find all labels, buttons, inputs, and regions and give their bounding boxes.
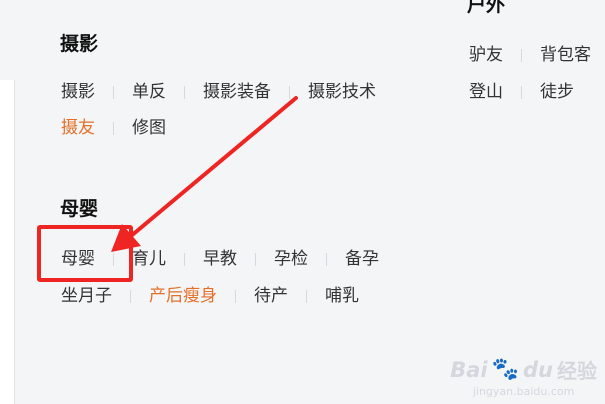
separator xyxy=(184,252,185,266)
watermark-jingyan: 经验 xyxy=(557,359,597,383)
tag-link-tubu[interactable]: 徒步 xyxy=(540,80,574,104)
tag-link-dengshan[interactable]: 登山 xyxy=(469,80,503,104)
tag-link-xiutu[interactable]: 修图 xyxy=(132,116,166,140)
separator xyxy=(289,85,290,99)
paw-icon: 🐾 xyxy=(491,357,520,382)
tag-link-sheyou[interactable]: 摄友 xyxy=(61,116,95,140)
tag-link-yuer[interactable]: 育儿 xyxy=(132,247,166,271)
photography-row-2: 摄友 修图 xyxy=(61,116,166,140)
tag-link-sheying-zhuangbei[interactable]: 摄影装备 xyxy=(203,80,271,104)
tag-link-muying[interactable]: 母婴 xyxy=(61,247,95,271)
separator xyxy=(326,252,327,266)
left-panel-edge xyxy=(0,80,15,404)
tag-link-beibaoke[interactable]: 背包客 xyxy=(540,43,591,67)
separator xyxy=(521,48,522,62)
separator xyxy=(306,289,307,303)
baidu-jingyan-watermark: Bai 🐾 du 经验 jingyan.baidu.com xyxy=(450,355,597,398)
tag-link-sheying[interactable]: 摄影 xyxy=(61,80,95,104)
watermark-brand: Bai xyxy=(450,357,488,382)
section-title-outdoor: 户外 xyxy=(467,0,506,16)
section-title-photography: 摄影 xyxy=(60,33,99,55)
separator xyxy=(255,252,256,266)
tag-link-buru[interactable]: 哺乳 xyxy=(325,284,359,308)
maternity-row-2: 坐月子 产后瘦身 待产 哺乳 xyxy=(61,284,359,308)
tag-link-chanhou-shoushen[interactable]: 产后瘦身 xyxy=(149,284,217,308)
maternity-row-1: 母婴 育儿 早教 孕检 备孕 xyxy=(61,247,379,271)
watermark-url: jingyan.baidu.com xyxy=(472,385,575,398)
tag-link-danfan[interactable]: 单反 xyxy=(132,80,166,104)
watermark-brand-suffix: du xyxy=(523,357,553,382)
separator xyxy=(113,252,114,266)
tag-link-lvyou[interactable]: 驴友 xyxy=(469,43,503,67)
separator xyxy=(184,85,185,99)
tag-link-yunjian[interactable]: 孕检 xyxy=(274,247,308,271)
section-title-maternity: 母婴 xyxy=(60,198,99,220)
tag-link-daichan[interactable]: 待产 xyxy=(254,284,288,308)
separator xyxy=(113,85,114,99)
separator xyxy=(521,85,522,99)
outdoor-row-1: 驴友 背包客 xyxy=(469,43,591,67)
separator xyxy=(113,121,114,135)
tag-link-sheying-jishu[interactable]: 摄影技术 xyxy=(308,80,376,104)
tag-link-beiyun[interactable]: 备孕 xyxy=(345,247,379,271)
photography-row-1: 摄影 单反 摄影装备 摄影技术 xyxy=(61,80,376,104)
separator xyxy=(235,289,236,303)
separator xyxy=(130,289,131,303)
outdoor-row-2: 登山 徒步 xyxy=(469,80,574,104)
tag-link-zuoyuezi[interactable]: 坐月子 xyxy=(61,284,112,308)
tag-link-zaojiao[interactable]: 早教 xyxy=(203,247,237,271)
